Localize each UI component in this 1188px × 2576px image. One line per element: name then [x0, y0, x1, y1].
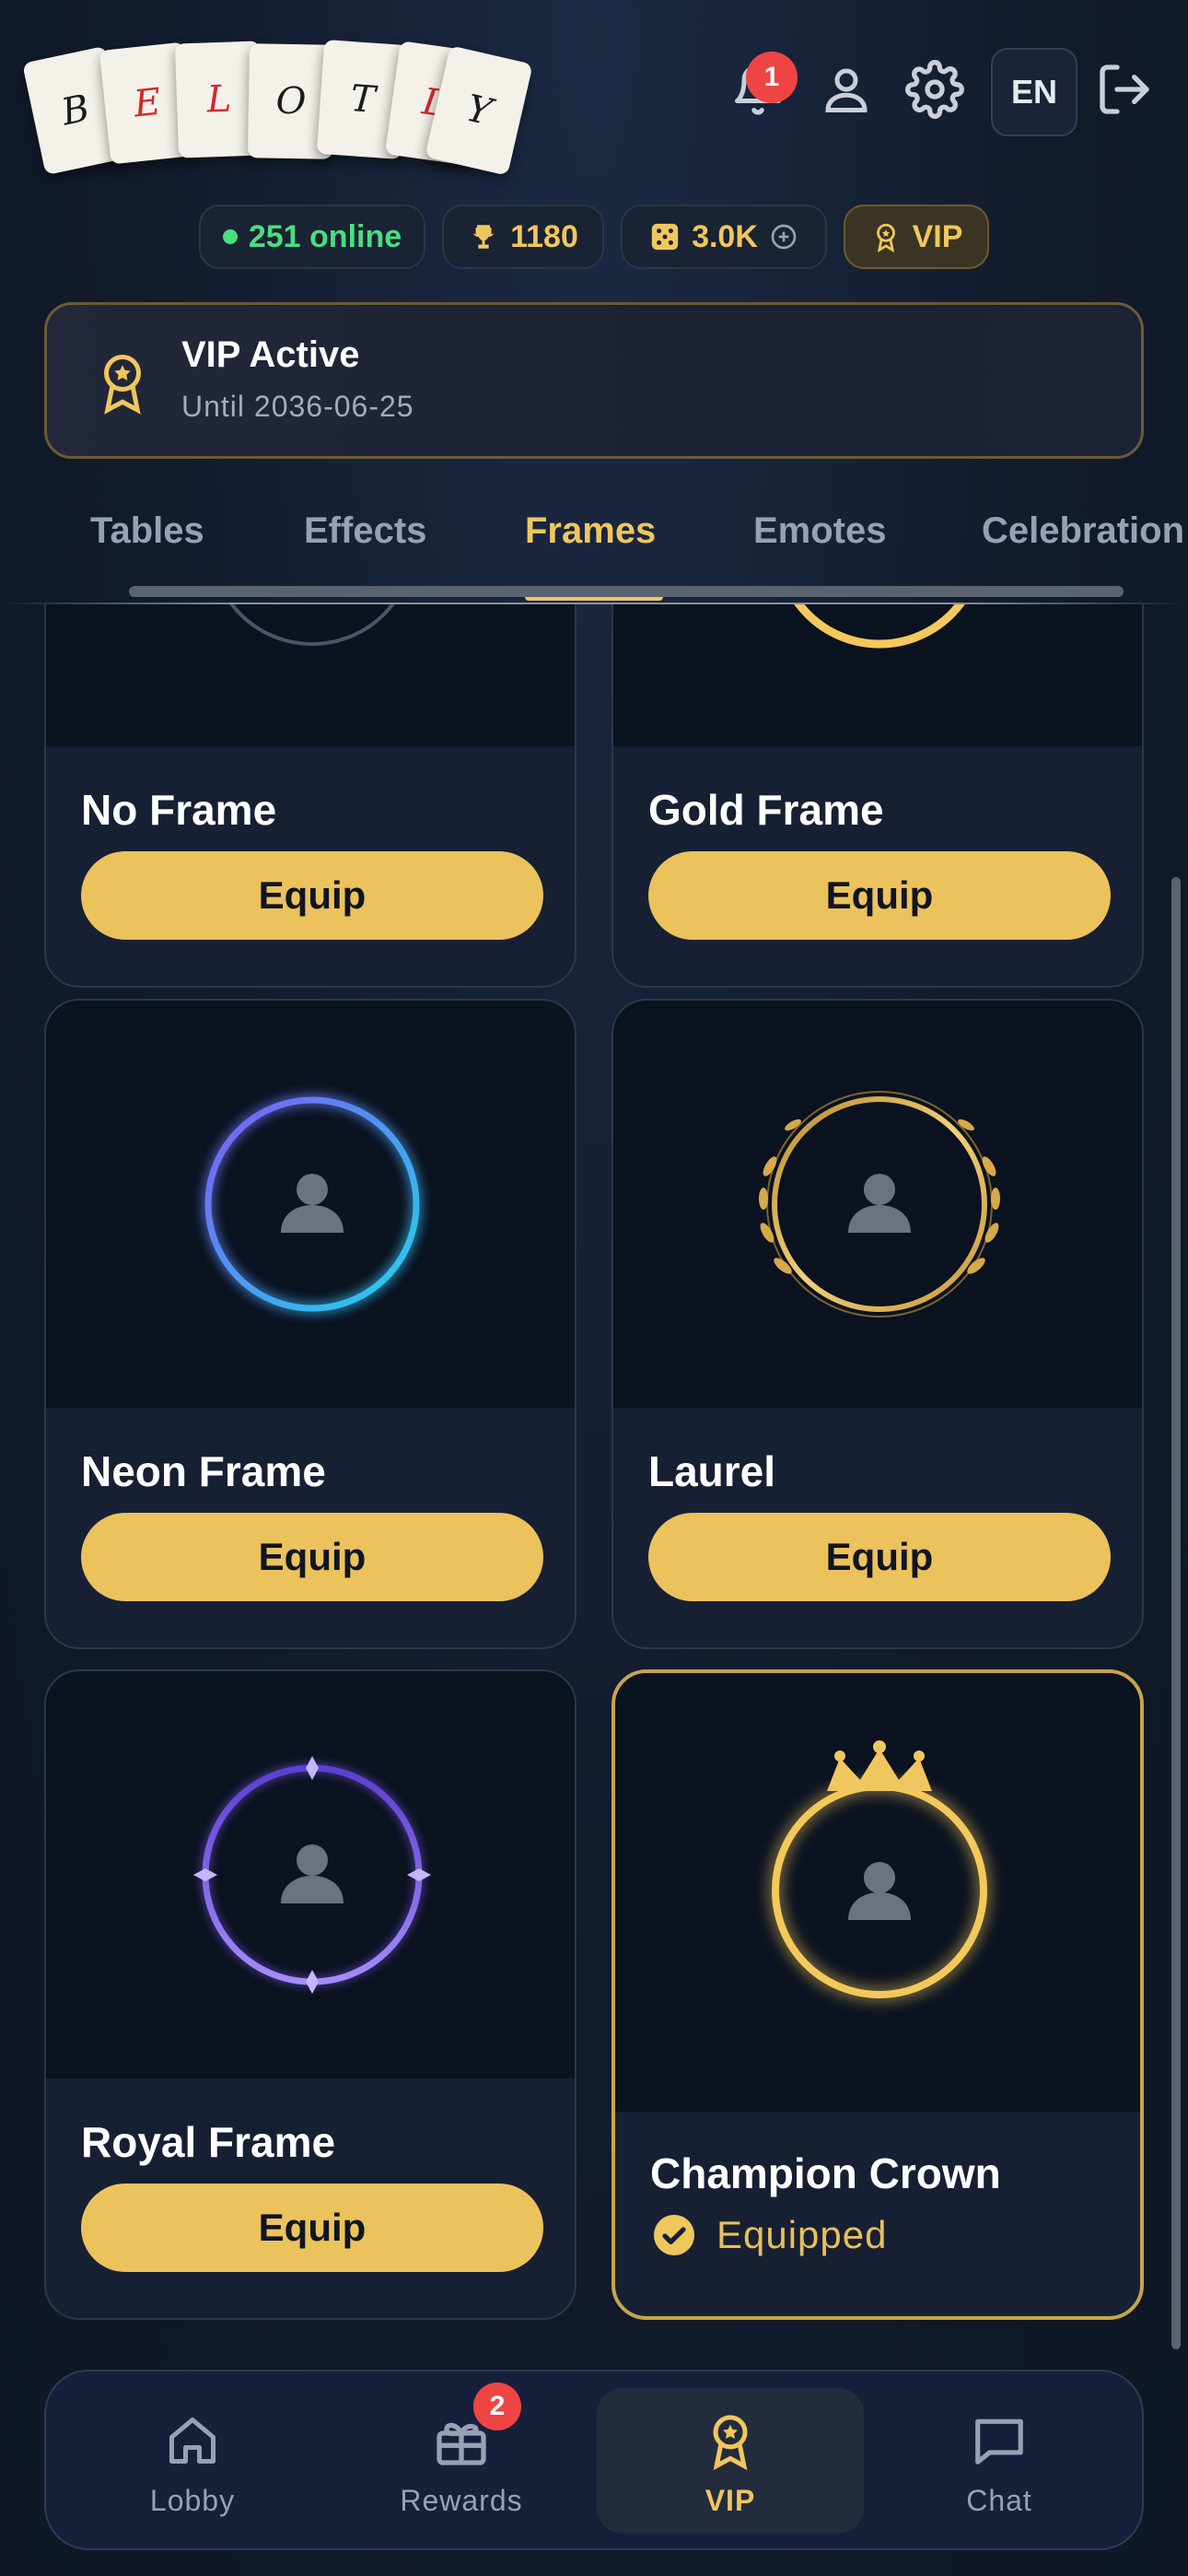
rewards-badge: 2 [473, 2383, 521, 2430]
frame-card-no-frame[interactable]: No Frame Equip [44, 604, 577, 988]
tab-emotes[interactable]: Emotes [753, 510, 887, 552]
logo-letter: T [349, 77, 377, 122]
nav-rewards[interactable]: 2 Rewards [328, 2383, 595, 2534]
frame-name: Royal Frame [81, 2118, 336, 2166]
vip-label: VIP [912, 218, 963, 254]
vip-badge-icon [104, 355, 141, 415]
frame-preview [46, 1001, 575, 1408]
frame-name: Laurel [648, 1447, 776, 1495]
equip-button[interactable]: Equip [81, 1513, 543, 1601]
laurel-ring-icon [759, 1091, 1000, 1317]
logo-letter: O [275, 79, 307, 123]
dice-icon [651, 223, 679, 251]
frame-name: Neon Frame [81, 1447, 326, 1495]
neon-ring-icon [203, 1095, 422, 1314]
check-circle-icon [654, 2215, 694, 2255]
equip-button[interactable]: Equip [81, 851, 543, 940]
frame-name: Champion Crown [650, 2149, 1001, 2197]
logo-letter: E [132, 80, 163, 126]
equip-button[interactable]: Equip [81, 2184, 543, 2272]
language-button[interactable]: EN [991, 48, 1077, 136]
avatar-placeholder-icon [848, 1174, 911, 1233]
vip-badge-icon [876, 223, 895, 252]
vip-status-banner: VIP Active Until 2036-06-25 [44, 302, 1144, 459]
nav-label: Rewards [400, 2484, 523, 2517]
bottom-navigation: Lobby 2 Rewards VIP Chat [44, 2370, 1144, 2550]
frame-preview [613, 1001, 1142, 1408]
user-icon [825, 68, 868, 112]
frame-card-gold-frame[interactable]: Gold Frame Equip [611, 604, 1144, 988]
nav-chat[interactable]: Chat [866, 2388, 1133, 2534]
frame-card-laurel[interactable]: Laurel Equip [611, 999, 1144, 1649]
vip-badge-icon [698, 2408, 763, 2473]
equip-button[interactable]: Equip [648, 851, 1111, 940]
frame-card-champion-crown[interactable]: Champion Crown Equipped [611, 1669, 1144, 2320]
chat-icon [967, 2408, 1031, 2473]
frame-preview [46, 1671, 575, 2078]
chips-count: 3.0K [692, 218, 758, 254]
frame-card-neon-frame[interactable]: Neon Frame Equip [44, 999, 577, 1649]
frames-grid: No Frame Equip Gold Frame Equip Neon Fra… [0, 604, 1188, 2336]
nav-label: Lobby [149, 2484, 236, 2517]
online-count: 251 online [248, 218, 402, 254]
frame-name: No Frame [81, 786, 277, 834]
avatar-placeholder-icon [848, 1862, 911, 1920]
grid-scrollbar[interactable] [1171, 877, 1181, 2349]
tab-tables[interactable]: Tables [90, 510, 204, 552]
frame-name: Gold Frame [648, 786, 884, 834]
nav-label: Chat [966, 2484, 1032, 2517]
equipped-label: Equipped [716, 2213, 888, 2256]
home-icon [160, 2408, 225, 2473]
empty-frame-icon [229, 604, 395, 646]
online-count-pill: 251 online [199, 205, 425, 269]
avatar-placeholder-icon [281, 1174, 344, 1233]
frame-preview [613, 604, 1142, 746]
trophy-count: 1180 [510, 218, 578, 254]
frame-preview [46, 604, 575, 746]
tab-celebration[interactable]: Celebration [982, 510, 1184, 552]
frame-card-royal-frame[interactable]: Royal Frame Equip [44, 1669, 577, 2320]
crown-icon [827, 1740, 932, 1791]
chips-pill[interactable]: 3.0K [621, 205, 827, 269]
trophy-pill: 1180 [442, 205, 604, 269]
nav-label: VIP [705, 2484, 756, 2517]
avatar-placeholder-icon [281, 1844, 344, 1903]
online-dot-icon [222, 229, 238, 244]
gold-ring-icon [794, 604, 965, 649]
frame-preview [615, 1673, 1140, 2112]
app-logo: B E L O T L Y [22, 37, 533, 176]
logo-letter: Y [461, 87, 496, 135]
profile-button[interactable] [805, 48, 888, 131]
royal-ring-icon [193, 1756, 431, 1994]
logout-button[interactable] [1083, 48, 1166, 131]
tab-effects[interactable]: Effects [304, 510, 426, 552]
gear-icon [905, 60, 964, 119]
vip-status-title: VIP Active [181, 334, 360, 375]
tab-frames[interactable]: Frames [525, 510, 656, 552]
logo-letter: L [205, 77, 233, 122]
equipped-status: Equipped [652, 2213, 888, 2257]
notification-badge: 1 [746, 52, 798, 103]
nav-lobby[interactable]: Lobby [59, 2388, 326, 2534]
logo-letter: B [57, 87, 94, 135]
trophy-icon [472, 225, 495, 249]
nav-vip[interactable]: VIP [597, 2388, 864, 2534]
vip-pill[interactable]: VIP [844, 205, 989, 269]
crown-ring-icon [769, 1740, 990, 2001]
add-circle-icon [771, 224, 797, 250]
logout-icon [1100, 64, 1149, 114]
settings-button[interactable] [893, 48, 976, 131]
tabs-scrollbar[interactable] [129, 586, 1124, 597]
equip-button[interactable]: Equip [648, 1513, 1111, 1601]
vip-expiry-date: Until 2036-06-25 [181, 390, 414, 423]
